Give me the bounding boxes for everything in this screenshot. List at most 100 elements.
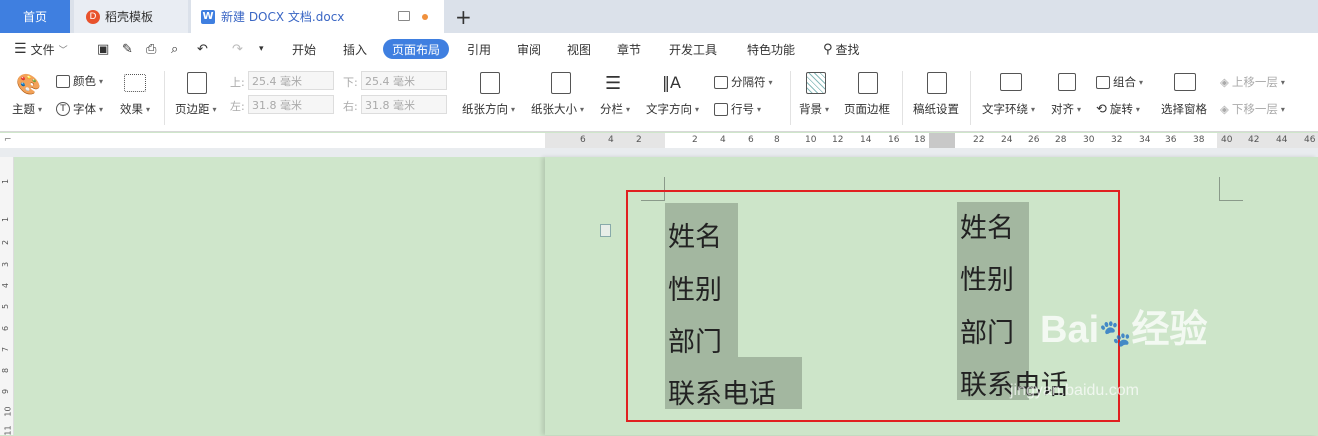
ruler-tick: 14 [860,135,872,145]
send-backward-button[interactable]: ◈ 下移一层 ▾ [1220,101,1285,117]
bring-forward-button[interactable]: ◈ 上移一层 ▾ [1220,74,1285,90]
ruler-tick: 11 [3,425,13,436]
unsaved-dot-icon [422,14,428,20]
dropdown-arrow-icon: ▾ [1280,104,1285,114]
send-backward-icon: ◈ [1220,102,1229,116]
redo-icon[interactable]: ↷ [232,33,243,65]
page-border-label: 页面边框 [844,102,890,116]
menu-bar: ☰ 文件 ﹀ ▣ ✎ ⎙ ⌕ ↶ ↷ ▾ 开始 插入 页面布局 引用 审阅 视图 章… [0,33,1318,65]
menu-tab-start[interactable]: 开始 [292,33,316,65]
separator-button[interactable]: 分隔符 ▾ [714,74,773,90]
send-backward-label: 下移一层 [1231,102,1278,116]
dropdown-arrow-icon: ▾ [38,104,43,114]
ruler-tick: 30 [1083,135,1095,145]
dropdown-arrow-icon: ▾ [146,104,151,114]
tab-template[interactable]: D 稻壳模板 [74,0,188,33]
save-icon[interactable]: ▣ [97,33,109,65]
vertical-ruler[interactable]: 1 1 2 3 4 5 6 7 8 9 10 11 [0,157,14,436]
ruler-tick: 44 [1276,135,1288,145]
format-painter-icon[interactable]: ✎ [122,33,133,65]
orientation-icon [480,72,500,94]
right-margin-field[interactable]: 31.8 毫米 [361,95,447,114]
columns-button[interactable]: 分栏 ▾ [600,101,630,117]
bring-forward-icon: ◈ [1220,75,1229,89]
ruler-tick: 18 [914,135,926,145]
tab-document-label: 新建 DOCX 文档.docx [221,10,345,24]
ruler-tick: 8 [774,135,780,145]
line-number-label: 行号 [731,102,754,116]
ruler-tick: 28 [1055,135,1067,145]
selection-pane-button[interactable]: 选择窗格 [1161,101,1207,117]
color-label: 颜色 [73,74,96,88]
ruler-tick: 6 [580,135,586,145]
dropdown-arrow-icon: ▾ [1135,104,1140,114]
effect-button[interactable]: 效果 ▾ [120,101,150,117]
chevron-down-icon: ﹀ [58,45,68,56]
left-margin-value: 31.8 毫米 [252,98,302,112]
bottom-margin-value: 25.4 毫米 [365,74,415,88]
right-margin-label: 右: [343,100,358,113]
rotate-button[interactable]: ⟲ 旋转 ▾ [1096,101,1140,117]
line-number-icon [714,102,728,116]
ruler-tick: 10 [3,406,13,417]
print-preview-icon[interactable]: ⌕ [171,33,178,65]
horizontal-ruler[interactable]: 6 4 2 2 4 6 8 10 12 14 16 18 22 24 26 28 30 32 34 36 38 40 42 4… [545,133,1318,148]
font-button[interactable]: T 字体 ▾ [56,101,103,117]
customize-dropdown-icon[interactable]: ▾ [259,33,264,65]
line-number-button[interactable]: 行号 ▾ [714,101,761,117]
baidu-watermark-url: jingyan.baidu.com [1010,382,1139,399]
dropdown-arrow-icon: ▾ [212,104,217,114]
text-direction-button[interactable]: 文字方向 ▾ [646,101,699,117]
ruler-tick: 40 [1221,135,1233,145]
bottom-margin-field[interactable]: 25.4 毫米 [361,71,447,90]
paper-size-button[interactable]: 纸张大小 ▾ [531,101,584,117]
dropdown-arrow-icon: ▾ [1031,104,1036,114]
menu-tab-view[interactable]: 视图 [567,33,591,65]
tab-document[interactable]: W 新建 DOCX 文档.docx [191,0,444,33]
file-menu[interactable]: ☰ 文件 ﹀ [14,33,68,65]
group-button[interactable]: 组合 ▾ [1096,74,1143,90]
paper-size-icon [551,72,571,94]
align-button[interactable]: 对齐 ▾ [1051,101,1081,117]
menu-tab-developer[interactable]: 开发工具 [669,33,717,65]
dropdown-arrow-icon: ▾ [99,76,104,86]
text-wrap-button[interactable]: 文字环绕 ▾ [982,101,1035,117]
document-background [14,157,545,435]
menu-tab-insert[interactable]: 插入 [343,33,367,65]
paragraph-handle-icon[interactable] [600,224,611,237]
menu-tab-references[interactable]: 引用 [467,33,491,65]
tab-home[interactable]: 首页 [0,0,70,33]
ruler-tick: 22 [973,135,985,145]
theme-button[interactable]: 主题 ▾ [12,101,42,117]
ruler-gap [0,148,1318,157]
print-icon[interactable]: ⎙ [146,33,156,65]
dropdown-arrow-icon: ▾ [757,104,762,114]
margin-icon [187,72,207,94]
add-tab-button[interactable]: + [455,5,472,29]
ruler-tick: 7 [1,346,11,353]
left-margin-field[interactable]: 31.8 毫米 [248,95,334,114]
menu-tab-special[interactable]: 特色功能 [747,33,795,65]
undo-icon[interactable]: ↶ [197,33,208,65]
monitor-icon[interactable] [398,11,410,21]
page-border-button[interactable]: 页面边框 [844,101,890,117]
divider [790,71,791,125]
ruler-tick: 36 [1165,135,1177,145]
tab-bar: 首页 D 稻壳模板 W 新建 DOCX 文档.docx + [0,0,1318,33]
draft-paper-button[interactable]: 稿纸设置 [913,101,959,117]
group-label: 组合 [1113,75,1136,89]
text-wrap-icon [1000,73,1022,91]
margin-button[interactable]: 页边距 ▾ [175,101,217,117]
search-button[interactable]: ⚲ 查找 [823,33,860,65]
orientation-button[interactable]: 纸张方向 ▾ [462,101,515,117]
dropdown-arrow-icon: ▾ [580,104,585,114]
menu-tab-review[interactable]: 审阅 [517,33,541,65]
ruler-tick: 12 [832,135,844,145]
top-margin-field[interactable]: 25.4 毫米 [248,71,334,90]
background-button[interactable]: 背景 ▾ [799,101,829,117]
columns-icon: ☰ [605,73,622,94]
ruler-tick: 32 [1111,135,1123,145]
menu-tab-section[interactable]: 章节 [617,33,641,65]
menu-tab-page-layout[interactable]: 页面布局 [383,39,450,59]
color-button[interactable]: 颜色 ▾ [56,73,103,89]
